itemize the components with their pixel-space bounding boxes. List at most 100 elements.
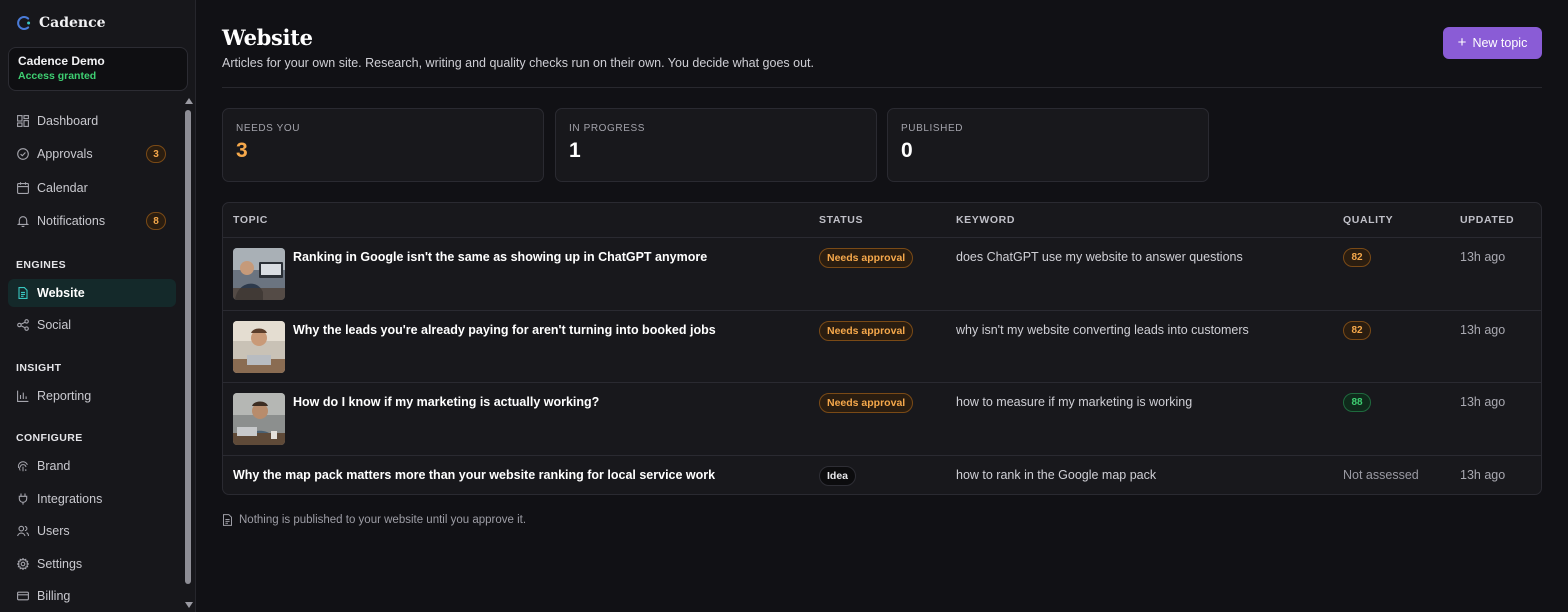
sidebar-item-label: Reporting xyxy=(37,389,92,403)
keyword-text: why isn't my website converting leads in… xyxy=(956,323,1249,337)
stat-card-needs-you[interactable]: NEEDS YOU 3 xyxy=(222,108,544,182)
quality-not-assessed: Not assessed xyxy=(1343,468,1419,482)
section-label-engines: ENGINES xyxy=(16,259,67,271)
new-topic-label: New topic xyxy=(1472,36,1528,50)
stat-value: 1 xyxy=(569,139,581,162)
status-badge: Needs approval xyxy=(819,393,914,413)
scroll-up-arrow-icon[interactable] xyxy=(185,98,193,104)
account-name: Cadence Demo xyxy=(18,54,105,68)
quality-score-badge: 88 xyxy=(1343,393,1371,412)
table-row[interactable]: How do I know if my marketing is actuall… xyxy=(223,383,1541,456)
bell-icon xyxy=(17,215,29,227)
calendar-icon xyxy=(17,182,29,194)
sidebar-item-label: Social xyxy=(37,318,72,332)
document-icon xyxy=(17,287,29,299)
sidebar-item-label: Users xyxy=(37,524,70,538)
article-thumbnail xyxy=(233,393,285,445)
stat-label: NEEDS YOU xyxy=(236,123,301,134)
column-header-quality[interactable]: QUALITY xyxy=(1343,214,1393,226)
share-icon xyxy=(17,319,29,331)
stat-value: 0 xyxy=(901,139,913,162)
column-header-keyword[interactable]: KEYWORD xyxy=(956,214,1015,226)
table-row[interactable]: Ranking in Google isn't the same as show… xyxy=(223,238,1541,311)
topic-title[interactable]: Why the leads you're already paying for … xyxy=(293,323,716,337)
scrollbar-thumb[interactable] xyxy=(185,110,191,584)
account-status: Access granted xyxy=(18,70,97,82)
section-label-configure: CONFIGURE xyxy=(16,432,83,444)
brand-name: Cadence xyxy=(39,15,106,31)
sidebar-item-label: Integrations xyxy=(37,492,103,506)
column-header-status[interactable]: STATUS xyxy=(819,214,863,226)
sidebar-item-notifications[interactable]: Notifications 8 xyxy=(8,207,176,235)
updated-time: 13h ago xyxy=(1460,468,1506,482)
quality-score-badge: 82 xyxy=(1343,248,1371,267)
approvals-count-badge: 3 xyxy=(146,145,166,163)
sidebar-item-calendar[interactable]: Calendar xyxy=(8,174,176,202)
gear-icon xyxy=(17,558,29,570)
updated-time: 13h ago xyxy=(1460,395,1506,409)
brand-logo[interactable]: Cadence xyxy=(16,14,106,32)
column-header-topic[interactable]: TOPIC xyxy=(233,214,268,226)
keyword-text: how to rank in the Google map pack xyxy=(956,468,1157,482)
footnote-text: Nothing is published to your website unt… xyxy=(239,514,527,526)
stat-card-published[interactable]: PUBLISHED 0 xyxy=(887,108,1209,182)
sidebar-item-users[interactable]: Users xyxy=(8,517,176,545)
stat-label: IN PROGRESS xyxy=(569,123,646,134)
quality-score-badge: 82 xyxy=(1343,321,1371,340)
fingerprint-icon xyxy=(17,460,29,472)
page-title: Website xyxy=(222,25,313,50)
account-card[interactable]: Cadence Demo Access granted xyxy=(8,47,188,91)
table-row[interactable]: Why the map pack matters more than your … xyxy=(223,456,1541,494)
new-topic-button[interactable]: + New topic xyxy=(1443,27,1542,59)
updated-time: 13h ago xyxy=(1460,250,1506,264)
topic-title[interactable]: Ranking in Google isn't the same as show… xyxy=(293,250,707,264)
notifications-count-badge: 8 xyxy=(146,212,166,230)
sidebar-item-approvals[interactable]: Approvals 3 xyxy=(8,140,176,168)
users-icon xyxy=(17,525,29,537)
sidebar-item-integrations[interactable]: Integrations xyxy=(8,485,176,513)
topics-table: TOPIC STATUS KEYWORD QUALITY UPDATED Ran… xyxy=(222,202,1542,495)
table-header: TOPIC STATUS KEYWORD QUALITY UPDATED xyxy=(223,203,1541,238)
credit-card-icon xyxy=(17,590,29,602)
status-badge: Idea xyxy=(819,466,857,486)
status-badge: Needs approval xyxy=(819,321,914,341)
topic-title[interactable]: How do I know if my marketing is actuall… xyxy=(293,395,599,409)
article-thumbnail xyxy=(233,248,285,300)
sidebar-item-reporting[interactable]: Reporting xyxy=(8,382,176,410)
scroll-down-arrow-icon[interactable] xyxy=(185,602,193,608)
sidebar-item-social[interactable]: Social xyxy=(8,311,176,339)
sidebar-item-label: Notifications xyxy=(37,214,106,228)
sidebar-item-label: Billing xyxy=(37,589,71,603)
sidebar-item-dashboard[interactable]: Dashboard xyxy=(8,107,176,135)
header-divider xyxy=(222,87,1542,88)
status-badge: Needs approval xyxy=(819,248,914,268)
plug-icon xyxy=(17,493,29,505)
sidebar-item-label: Brand xyxy=(37,459,71,473)
article-thumbnail xyxy=(233,321,285,373)
column-header-updated[interactable]: UPDATED xyxy=(1460,214,1514,226)
sidebar-scrollbar[interactable] xyxy=(183,96,194,610)
page-subtitle: Articles for your own site. Research, wr… xyxy=(222,56,814,70)
updated-time: 13h ago xyxy=(1460,323,1506,337)
dashboard-icon xyxy=(17,115,29,127)
plus-icon: + xyxy=(1457,34,1467,51)
main-content: Website Articles for your own site. Rese… xyxy=(196,0,1568,612)
footnote: Nothing is published to your website unt… xyxy=(222,514,526,526)
cadence-logo-icon xyxy=(17,16,31,30)
sidebar: Cadence Cadence Demo Access granted Dash… xyxy=(0,0,196,612)
check-circle-icon xyxy=(17,148,29,160)
sidebar-item-website[interactable]: Website xyxy=(8,279,176,307)
stat-label: PUBLISHED xyxy=(901,123,964,134)
stat-card-in-progress[interactable]: IN PROGRESS 1 xyxy=(555,108,877,182)
topic-title[interactable]: Why the map pack matters more than your … xyxy=(233,468,715,482)
keyword-text: how to measure if my marketing is workin… xyxy=(956,395,1193,409)
sidebar-item-label: Website xyxy=(37,286,85,300)
sidebar-item-billing[interactable]: Billing xyxy=(8,582,176,610)
stat-value: 3 xyxy=(236,139,248,162)
section-label-insight: INSIGHT xyxy=(16,362,62,374)
sidebar-item-label: Approvals xyxy=(37,147,93,161)
sidebar-item-settings[interactable]: Settings xyxy=(8,550,176,578)
sidebar-item-label: Dashboard xyxy=(37,114,99,128)
sidebar-item-brand[interactable]: Brand xyxy=(8,452,176,480)
table-row[interactable]: Why the leads you're already paying for … xyxy=(223,311,1541,383)
